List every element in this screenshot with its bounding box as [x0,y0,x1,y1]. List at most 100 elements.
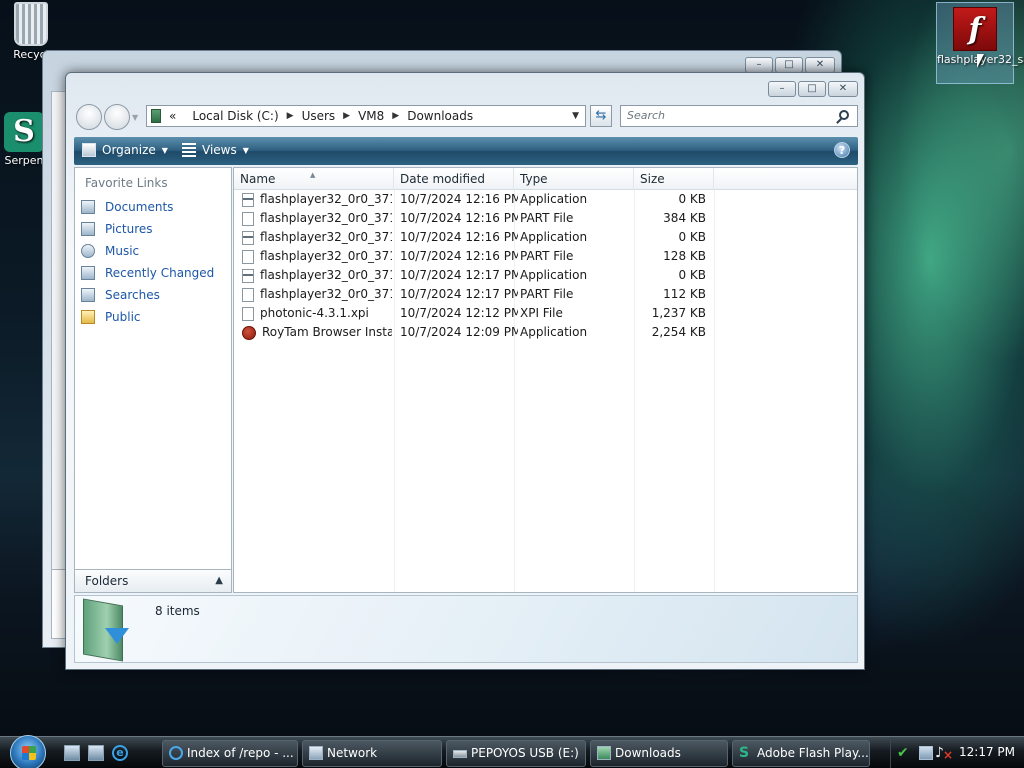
cell-type: XPI File [520,306,563,320]
search-icon[interactable] [839,110,849,120]
recycle-bin-icon [14,2,48,46]
cell-date-modified: 10/7/2024 12:12 PM [400,306,518,320]
flashplayer-desktop-icon[interactable]: f flashplayer32_sa.exe [936,2,1024,84]
breadcrumb-separator[interactable]: ▶ [392,111,399,121]
organize-icon [82,143,96,157]
back-button[interactable] [76,104,102,130]
details-pane: 8 items [74,595,858,663]
item-count: 8 items [155,604,200,618]
table-row[interactable]: flashplayer32_0r0_371_... 10/7/2024 12:17… [234,266,857,285]
security-check-icon[interactable]: ✔ [897,746,911,760]
breadcrumb-downloads[interactable]: Downloads [407,109,473,123]
explorer-window-downloads[interactable]: – □ ✕ ▼ « Local Disk (C:) ▶ Users ▶ VM8 … [65,72,865,670]
background-close-button[interactable]: ✕ [805,57,835,73]
recent-pages-dropdown[interactable]: ▼ [132,113,138,122]
music-icon [81,244,95,258]
cell-size: 384 KB [663,211,706,225]
chevron-down-icon: ▼ [242,145,249,155]
taskbar-button-adobe-flash-player[interactable]: S Adobe Flash Play... [732,740,870,767]
table-row[interactable]: flashplayer32_0r0_371_... 10/7/2024 12:17… [234,285,857,304]
nav-item-documents[interactable]: Documents [75,196,231,218]
help-icon[interactable]: ? [834,142,850,158]
windows-logo-icon [22,746,36,760]
nav-item-searches[interactable]: Searches [75,284,231,306]
breadcrumb-separator[interactable]: ▶ [343,111,350,121]
address-dropdown-icon[interactable]: ▼ [572,111,579,121]
address-overflow-chevron[interactable]: « [169,109,176,123]
search-input[interactable]: Search [620,105,858,127]
close-button[interactable]: ✕ [828,81,858,97]
cell-name: RoyTam Browser Instal... [242,323,392,342]
table-row[interactable]: flashplayer32_0r0_371_... 10/7/2024 12:16… [234,190,857,209]
maximize-button[interactable]: □ [798,81,826,97]
breadcrumb-separator[interactable]: ▶ [287,111,294,121]
nav-item-label: Documents [105,200,174,214]
taskbar-button-pepoyos-usb[interactable]: PEPOYOS USB (E:) [446,740,586,767]
switch-windows-icon[interactable] [88,745,104,761]
column-header-size[interactable]: Size [634,168,714,190]
cell-type: Application [520,192,588,206]
views-menu-button[interactable]: Views ▼ [182,143,249,157]
cell-name: flashplayer32_0r0_371_... [242,228,392,247]
views-icon [182,143,196,157]
column-header-type[interactable]: Type [514,168,634,190]
table-row[interactable]: flashplayer32_0r0_371_... 10/7/2024 12:16… [234,247,857,266]
nav-item-label: Pictures [105,222,153,236]
organize-label: Organize [102,143,156,157]
clock[interactable]: 12:17 PM [959,745,1015,759]
nav-item-public[interactable]: Public [75,306,231,328]
cell-type: PART File [520,287,574,301]
taskbar-button-network[interactable]: Network [302,740,442,767]
forward-button[interactable] [104,104,130,130]
table-row[interactable]: photonic-4.3.1.xpi 10/7/2024 12:12 PM XPI … [234,304,857,323]
address-bar[interactable]: « Local Disk (C:) ▶ Users ▶ VM8 ▶ Downlo… [146,105,586,127]
cell-date-modified: 10/7/2024 12:16 PM [400,230,518,244]
volume-muted-icon[interactable]: ♪ [935,746,953,762]
cell-name: flashplayer32_0r0_371_... [242,190,392,209]
table-row[interactable]: flashplayer32_0r0_371_... 10/7/2024 12:16… [234,228,857,247]
file-rows: flashplayer32_0r0_371_... 10/7/2024 12:16… [234,190,857,342]
notification-area: ✔ ♪ 12:17 PM [890,739,1024,768]
cell-type: Application [520,325,588,339]
generic-file-icon [242,211,254,226]
minimize-button[interactable]: – [768,81,796,97]
organize-menu-button[interactable]: Organize ▼ [82,143,168,157]
cell-size: 0 KB [678,268,706,282]
flash-icon: f [953,7,997,51]
network-icon [309,746,323,760]
cell-size: 1,237 KB [651,306,706,320]
column-header-name[interactable]: ▲ Name [234,168,394,190]
cell-size: 112 KB [663,287,706,301]
breadcrumb-users[interactable]: Users [302,109,336,123]
refresh-button[interactable]: ⇆ [590,105,612,127]
column-header-date-modified[interactable]: Date modified [394,168,514,190]
navigation-pane: Favorite Links Documents Pictures Music … [74,167,232,593]
folders-toggle[interactable]: Folders ▲ [74,569,232,593]
start-button[interactable] [10,735,46,768]
public-folder-icon [81,310,95,324]
nav-item-pictures[interactable]: Pictures [75,218,231,240]
network-tray-icon[interactable] [919,746,933,760]
table-row[interactable]: RoyTam Browser Instal... 10/7/2024 12:09 … [234,323,857,342]
nav-item-recently-changed[interactable]: Recently Changed [75,262,231,284]
taskbar-button-index-of-repo[interactable]: Index of /repo - ... [162,740,298,767]
nav-item-music[interactable]: Music [75,240,231,262]
mouse-cursor [977,54,984,68]
show-desktop-icon[interactable] [64,745,80,761]
breadcrumb-local-disk[interactable]: Local Disk (C:) [192,109,278,123]
background-maximize-button[interactable]: □ [775,57,803,73]
breadcrumb-vm8[interactable]: VM8 [358,109,384,123]
cell-type: Application [520,268,588,282]
background-minimize-button[interactable]: – [745,57,773,73]
serpent-browser-icon: S [739,745,750,761]
internet-explorer-icon[interactable]: e [112,745,128,761]
cell-name: flashplayer32_0r0_371_... [242,266,392,285]
command-bar: Organize ▼ Views ▼ ? [74,137,858,165]
cell-name: flashplayer32_0r0_371_... [242,209,392,228]
table-row[interactable]: flashplayer32_0r0_371_... 10/7/2024 12:16… [234,209,857,228]
background-window-caption-buttons: – □ ✕ [745,57,835,73]
taskbar-button-downloads[interactable]: Downloads [590,740,728,767]
cell-size: 0 KB [678,230,706,244]
download-arrow-icon [105,628,129,644]
cell-date-modified: 10/7/2024 12:16 PM [400,211,518,225]
